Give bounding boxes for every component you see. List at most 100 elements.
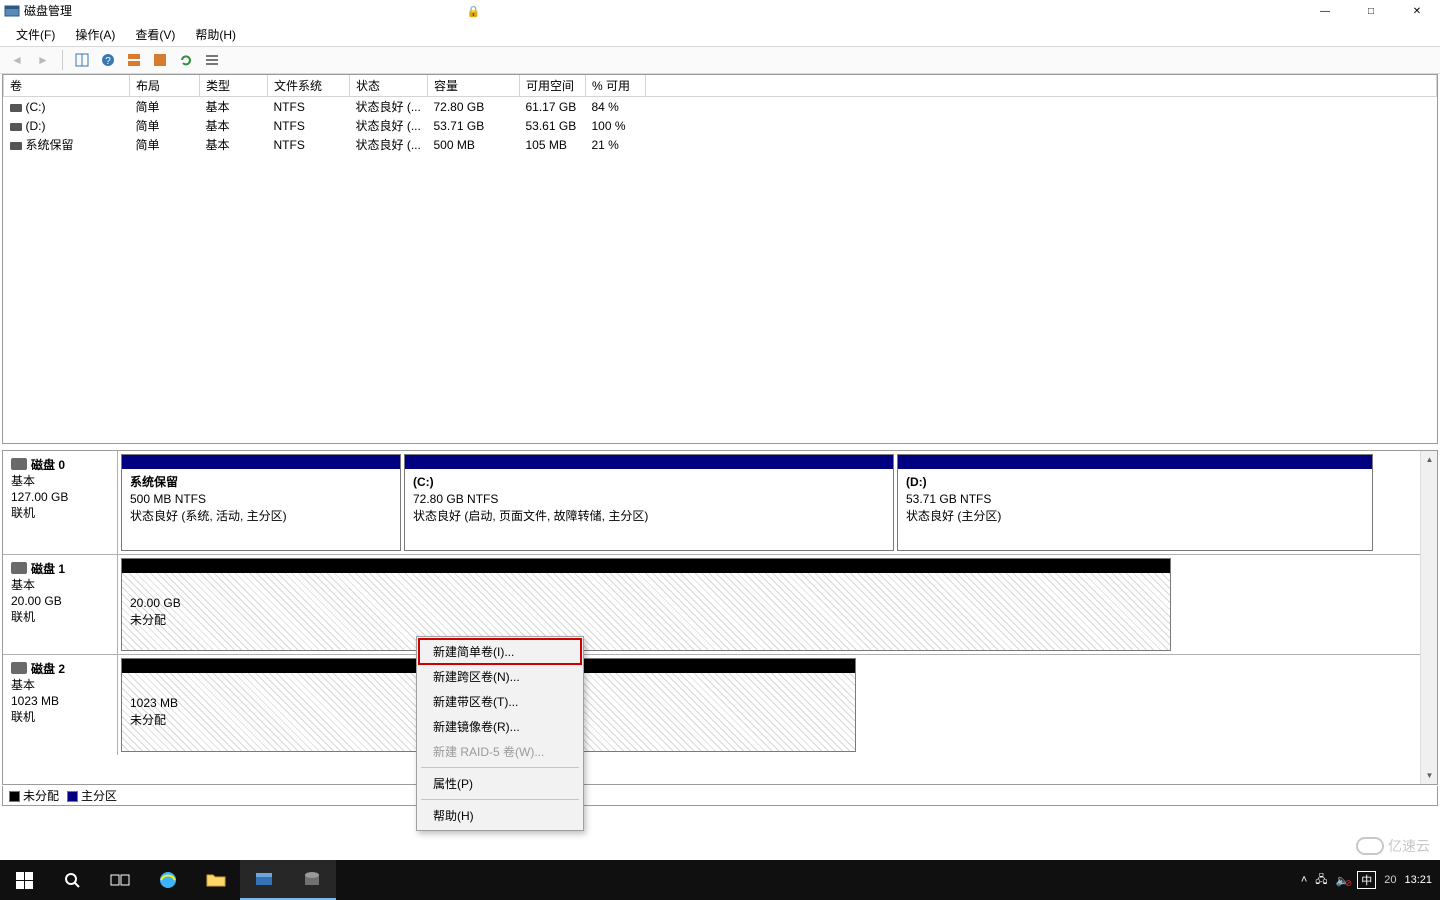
tray-volume-icon[interactable]: 🔈⊘ bbox=[1336, 874, 1350, 887]
col-percent[interactable]: % 可用 bbox=[586, 75, 646, 97]
context-menu-item[interactable]: 新建带区卷(T)... bbox=[419, 689, 581, 714]
lock-icon[interactable]: 🔒 bbox=[467, 5, 481, 18]
tray-clock[interactable]: 13:21 bbox=[1404, 874, 1432, 887]
folder-icon bbox=[206, 872, 226, 888]
context-menu-item[interactable]: 帮助(H) bbox=[419, 803, 581, 828]
context-menu-item[interactable]: 新建镜像卷(R)... bbox=[419, 714, 581, 739]
partition-body: (D:)53.71 GB NTFS状态良好 (主分区) bbox=[898, 469, 1372, 550]
toolbar: ◄ ► ? bbox=[0, 46, 1440, 74]
taskbar-ie[interactable] bbox=[144, 860, 192, 900]
legend-unallocated: 未分配 bbox=[9, 787, 59, 804]
maximize-button[interactable]: □ bbox=[1348, 0, 1394, 22]
nav-back-button[interactable]: ◄ bbox=[6, 49, 28, 71]
context-menu-item[interactable]: 属性(P) bbox=[419, 771, 581, 796]
context-menu-item: 新建 RAID-5 卷(W)... bbox=[419, 739, 581, 764]
context-menu-item[interactable]: 新建简单卷(I)... bbox=[419, 639, 581, 664]
search-button[interactable] bbox=[48, 860, 96, 900]
volume-icon bbox=[10, 142, 22, 150]
taskbar-server-manager[interactable] bbox=[240, 860, 288, 900]
table-row[interactable]: (D:)简单基本NTFS状态良好 (...53.71 GB53.61 GB100… bbox=[4, 116, 1437, 135]
tray-up-icon[interactable]: ˄ bbox=[1301, 874, 1307, 886]
partition-box[interactable]: 系统保留500 MB NTFS状态良好 (系统, 活动, 主分区) bbox=[121, 454, 401, 551]
close-button[interactable]: ✕ bbox=[1394, 0, 1440, 22]
col-type[interactable]: 类型 bbox=[200, 75, 268, 97]
taskbar-disk-management[interactable] bbox=[288, 860, 336, 900]
disk-icon bbox=[11, 458, 27, 470]
tray-date[interactable]: 20 bbox=[1384, 874, 1396, 886]
toolbar-help-icon[interactable]: ? bbox=[97, 49, 119, 71]
partition-header bbox=[405, 455, 893, 469]
svg-text:?: ? bbox=[105, 56, 111, 67]
disk-info[interactable]: 磁盘 0基本127.00 GB联机 bbox=[3, 451, 118, 554]
toolbar-view1-icon[interactable] bbox=[123, 49, 145, 71]
window-controls: — □ ✕ bbox=[1302, 0, 1440, 22]
volume-list-pane: 卷 布局 类型 文件系统 状态 容量 可用空间 % 可用 (C:)简单基本NTF… bbox=[2, 74, 1438, 444]
cloud-icon bbox=[1356, 837, 1384, 855]
system-tray: ˄ 🖧 🔈⊘ 中 20 13:21 bbox=[1301, 871, 1440, 890]
scroll-up-icon[interactable]: ▲ bbox=[1421, 451, 1438, 468]
pin-icon[interactable]: ⫰ bbox=[454, 5, 459, 18]
watermark: 亿速云 bbox=[1356, 836, 1430, 856]
task-view-button[interactable] bbox=[96, 860, 144, 900]
col-filesystem[interactable]: 文件系统 bbox=[268, 75, 350, 97]
partition-body: 20.00 GB未分配 bbox=[122, 573, 1170, 650]
partition-header bbox=[898, 455, 1372, 469]
taskbar: ˄ 🖧 🔈⊘ 中 20 13:21 bbox=[0, 860, 1440, 900]
col-free[interactable]: 可用空间 bbox=[520, 75, 586, 97]
partition-body: 系统保留500 MB NTFS状态良好 (系统, 活动, 主分区) bbox=[122, 469, 400, 550]
volume-icon bbox=[10, 104, 22, 112]
disk-mgmt-icon bbox=[302, 869, 322, 889]
disk-row: 磁盘 0基本127.00 GB联机系统保留500 MB NTFS状态良好 (系统… bbox=[3, 451, 1420, 555]
server-manager-icon bbox=[254, 869, 274, 889]
tray-ime[interactable]: 中 bbox=[1357, 871, 1376, 889]
table-header-row: 卷 布局 类型 文件系统 状态 容量 可用空间 % 可用 bbox=[4, 75, 1437, 97]
toolbar-list-icon[interactable] bbox=[201, 49, 223, 71]
disk-row: 磁盘 1基本20.00 GB联机20.00 GB未分配 bbox=[3, 555, 1420, 655]
table-row[interactable]: (C:)简单基本NTFS状态良好 (...72.80 GB61.17 GB84 … bbox=[4, 97, 1437, 117]
menu-bar: 文件(F) 操作(A) 查看(V) 帮助(H) bbox=[0, 22, 1440, 46]
disk-icon bbox=[11, 562, 27, 574]
menu-separator bbox=[421, 799, 579, 800]
disk-info[interactable]: 磁盘 2基本1023 MB联机 bbox=[3, 655, 118, 755]
menu-file[interactable]: 文件(F) bbox=[8, 24, 63, 45]
taskbar-explorer[interactable] bbox=[192, 860, 240, 900]
legend-primary: 主分区 bbox=[67, 787, 117, 804]
tray-network-icon[interactable]: 🖧 bbox=[1315, 871, 1327, 890]
title-bar: 磁盘管理 2-DHCP1-246 on TEST – ❐ × document.… bbox=[0, 0, 1440, 22]
partition-header bbox=[122, 559, 1170, 573]
toolbar-view2-icon[interactable] bbox=[149, 49, 171, 71]
partition-box[interactable]: (D:)53.71 GB NTFS状态良好 (主分区) bbox=[897, 454, 1373, 551]
toolbar-refresh-icon[interactable] bbox=[175, 49, 197, 71]
col-layout[interactable]: 布局 bbox=[130, 75, 200, 97]
disk-row: 磁盘 2基本1023 MB联机1023 MB未分配 bbox=[3, 655, 1420, 755]
toolbar-separator bbox=[62, 50, 63, 70]
col-volume[interactable]: 卷 bbox=[4, 75, 130, 97]
minimize-button[interactable]: — bbox=[1302, 0, 1348, 22]
volume-icon bbox=[10, 123, 22, 131]
menu-view[interactable]: 查看(V) bbox=[127, 24, 183, 45]
menu-separator bbox=[421, 767, 579, 768]
context-menu-item[interactable]: 新建跨区卷(N)... bbox=[419, 664, 581, 689]
ie-icon bbox=[157, 869, 179, 891]
legend-bar: 未分配 主分区 bbox=[2, 786, 1438, 806]
disk-icon bbox=[11, 662, 27, 674]
col-status[interactable]: 状态 bbox=[350, 75, 428, 97]
nav-forward-button[interactable]: ► bbox=[32, 49, 54, 71]
volume-table[interactable]: 卷 布局 类型 文件系统 状态 容量 可用空间 % 可用 (C:)简单基本NTF… bbox=[3, 75, 1437, 154]
scroll-down-icon[interactable]: ▼ bbox=[1421, 767, 1438, 784]
menu-help[interactable]: 帮助(H) bbox=[187, 24, 244, 45]
table-row[interactable]: 系统保留简单基本NTFS状态良好 (...500 MB105 MB21 % bbox=[4, 135, 1437, 154]
toolbar-layout-icon[interactable] bbox=[71, 49, 93, 71]
col-capacity[interactable]: 容量 bbox=[428, 75, 520, 97]
windows-logo-icon bbox=[16, 872, 33, 889]
partition-box[interactable]: (C:)72.80 GB NTFS状态良好 (启动, 页面文件, 故障转储, 主… bbox=[404, 454, 894, 551]
disk-info[interactable]: 磁盘 1基本20.00 GB联机 bbox=[3, 555, 118, 654]
vertical-scrollbar[interactable]: ▲ ▼ bbox=[1420, 451, 1437, 784]
partition-body: (C:)72.80 GB NTFS状态良好 (启动, 页面文件, 故障转储, 主… bbox=[405, 469, 893, 550]
disk-graphical-pane: 磁盘 0基本127.00 GB联机系统保留500 MB NTFS状态良好 (系统… bbox=[2, 450, 1438, 785]
menu-action[interactable]: 操作(A) bbox=[67, 24, 123, 45]
context-menu: 新建简单卷(I)...新建跨区卷(N)...新建带区卷(T)...新建镜像卷(R… bbox=[416, 636, 584, 831]
partition-header bbox=[122, 455, 400, 469]
start-button[interactable] bbox=[0, 860, 48, 900]
partition-unallocated[interactable]: 20.00 GB未分配 bbox=[121, 558, 1171, 651]
